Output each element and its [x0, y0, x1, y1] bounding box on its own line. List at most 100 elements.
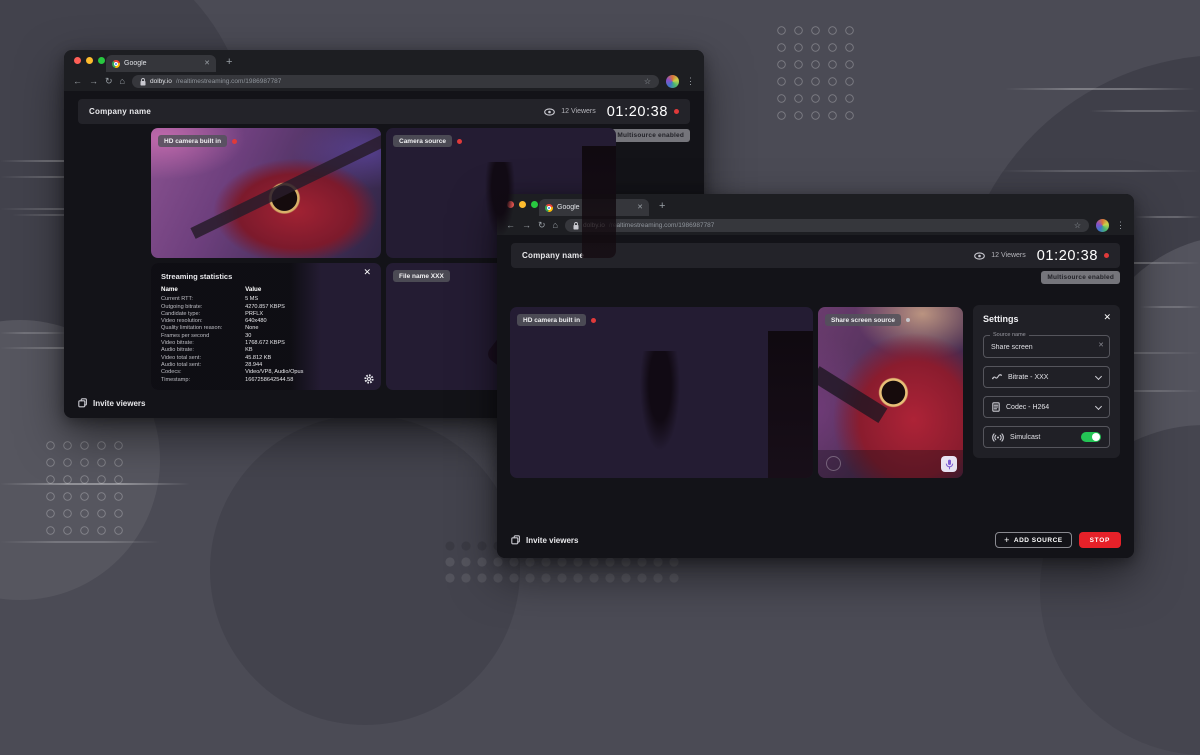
new-tab-button[interactable]: +: [659, 201, 665, 212]
minimize-window-button[interactable]: [519, 201, 526, 208]
bg-dot-grid: [442, 554, 682, 586]
mic-icon: [945, 459, 954, 470]
source-name-label: Source name: [990, 332, 1029, 338]
address-bar[interactable]: dolby.io /realtimestreaming.com/19869877…: [132, 75, 659, 88]
bg-streak: [1135, 216, 1200, 218]
clear-icon[interactable]: ✕: [1098, 342, 1104, 349]
stats-row: Audio bitrate:KB: [161, 347, 311, 354]
browser-menu-icon[interactable]: ⋮: [1116, 221, 1125, 230]
stats-row: Candidate type:PRFLX: [161, 311, 311, 318]
tab-strip: Google ✕ +: [64, 50, 704, 72]
stats-row: Video bitrate:1768.672 KBPS: [161, 340, 311, 347]
codec-label: Codec - H264: [1006, 404, 1049, 411]
tile-label: HD camera built in: [517, 314, 596, 326]
codec-select[interactable]: Codec - H264: [983, 396, 1110, 418]
stats-row: Timestamp:1667258642544.58: [161, 377, 311, 384]
gear-icon[interactable]: [363, 373, 375, 385]
new-tab-button[interactable]: +: [226, 57, 232, 68]
traffic-lights[interactable]: [74, 57, 105, 64]
stats-col-name: Name: [161, 286, 245, 293]
stats-row: Quality limitation reason:None: [161, 325, 311, 332]
video-tile-camera-source[interactable]: Camera source: [386, 128, 616, 258]
url-path: /realtimestreaming.com/1986987787: [609, 222, 715, 229]
add-source-label: ADD SOURCE: [1014, 537, 1063, 544]
invite-viewers-label: Invite viewers: [93, 399, 145, 408]
video-tile-hd-camera[interactable]: HD camera built in: [510, 307, 813, 478]
google-favicon-icon: [112, 60, 120, 68]
close-icon[interactable]: ✕: [1103, 313, 1111, 322]
viewers-eye-icon: [544, 108, 555, 116]
session-timer: 01:20:38: [1037, 248, 1098, 264]
plus-icon: +: [1004, 536, 1010, 545]
source-name-field: Source name ✕: [983, 335, 1110, 358]
bookmark-star-icon[interactable]: ☆: [644, 78, 651, 86]
source-name-input[interactable]: [984, 337, 1109, 358]
simulcast-label: Simulcast: [1010, 434, 1040, 441]
tile-label-text: Share screen source: [825, 314, 901, 326]
bookmark-star-icon[interactable]: ☆: [1074, 222, 1081, 230]
zoom-window-button[interactable]: [531, 201, 538, 208]
lock-icon: [140, 78, 146, 86]
copy-icon: [78, 398, 88, 408]
bg-streak: [1000, 170, 1200, 172]
tab-title: Google: [124, 60, 200, 67]
viewers-count: 12 Viewers: [991, 252, 1026, 259]
live-dot: [591, 318, 596, 323]
home-icon[interactable]: ⌂: [553, 221, 558, 230]
address-bar[interactable]: dolby.io /realtimestreaming.com/19869877…: [565, 219, 1089, 232]
recording-dot: [674, 109, 679, 114]
stats-row: Frames per second30: [161, 333, 311, 340]
add-source-button[interactable]: + ADD SOURCE: [995, 532, 1071, 548]
multisource-badge: Multisource enabled: [611, 129, 690, 142]
tile-label-text: HD camera built in: [158, 135, 227, 147]
forward-icon[interactable]: →: [522, 221, 531, 230]
bitrate-select[interactable]: Bitrate - XXX: [983, 366, 1110, 388]
session-timer: 01:20:38: [607, 104, 668, 120]
back-icon[interactable]: ←: [73, 77, 82, 86]
video-tile-share-screen[interactable]: Share screen source: [818, 307, 963, 478]
reload-icon[interactable]: ↻: [538, 221, 546, 230]
simulcast-toggle[interactable]: [1081, 432, 1101, 442]
close-tab-icon[interactable]: ✕: [637, 204, 643, 211]
bitrate-wave-icon: [992, 373, 1002, 381]
invite-viewers-button[interactable]: Invite viewers: [511, 535, 578, 545]
browser-tab[interactable]: Google ✕: [106, 55, 216, 72]
bottom-bar: Invite viewers + ADD SOURCE STOP: [511, 532, 1121, 548]
tile-label-text: HD camera built in: [517, 314, 586, 326]
stats-title: Streaming statistics: [161, 272, 311, 281]
minimize-window-button[interactable]: [86, 57, 93, 64]
close-icon[interactable]: ✕: [363, 268, 371, 277]
forward-icon[interactable]: →: [89, 77, 98, 86]
url-bar: ← → ↻ ⌂ dolby.io /realtimestreaming.com/…: [64, 72, 704, 91]
settings-title: Settings: [983, 314, 1110, 324]
stats-row: Audio total sent:28.944: [161, 362, 311, 369]
stats-row: Codecs:Video/VP8, Audio/Opus: [161, 369, 311, 376]
zoom-window-button[interactable]: [98, 57, 105, 64]
bg-streak: [1090, 110, 1200, 112]
close-window-button[interactable]: [74, 57, 81, 64]
mic-button[interactable]: [941, 456, 957, 472]
profile-avatar[interactable]: [666, 75, 679, 88]
close-tab-icon[interactable]: ✕: [204, 60, 210, 67]
home-icon[interactable]: ⌂: [120, 77, 125, 86]
google-favicon-icon: [545, 204, 553, 212]
tile-label-text: Camera source: [393, 135, 452, 147]
video-tile-stats[interactable]: Streaming statistics Name Value Current …: [151, 263, 381, 390]
tile-footer-overlay: [818, 450, 963, 478]
recording-dot: [1104, 253, 1109, 258]
page-content: Company name 12 Viewers 01:20:38 Multiso…: [497, 235, 1134, 558]
chevron-down-icon: [1095, 402, 1102, 409]
bg-streak: [0, 332, 70, 334]
browser-menu-icon[interactable]: ⋮: [686, 77, 695, 86]
bg-ring-grid: [773, 22, 858, 124]
stop-button[interactable]: STOP: [1079, 532, 1121, 548]
tile-label: File name XXX: [393, 270, 450, 282]
video-tile-hd-camera[interactable]: HD camera built in: [151, 128, 381, 258]
url-domain: dolby.io: [150, 78, 172, 85]
profile-avatar[interactable]: [1096, 219, 1109, 232]
url-path: /realtimestreaming.com/1986987787: [176, 78, 282, 85]
invite-viewers-button[interactable]: Invite viewers: [78, 398, 145, 408]
reload-icon[interactable]: ↻: [105, 77, 113, 86]
stats-row: Video total sent:45.812 KB: [161, 355, 311, 362]
stats-row: Outgoing bitrate:4270.857 KBPS: [161, 304, 311, 311]
